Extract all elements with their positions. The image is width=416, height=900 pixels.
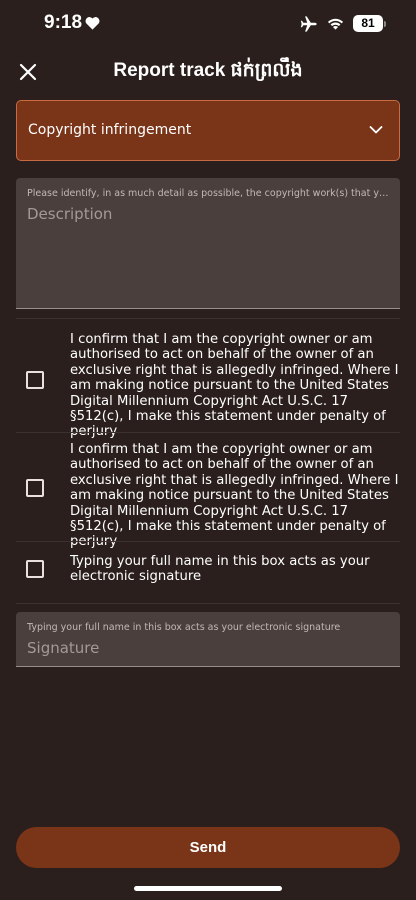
chevron-down-icon — [369, 126, 383, 134]
send-button[interactable]: Send — [16, 827, 400, 868]
signature-consent-checkbox[interactable] — [26, 560, 44, 578]
home-indicator — [134, 886, 282, 891]
description-field[interactable]: Please identify, in as much detail as po… — [16, 178, 400, 309]
battery-icon: 81 — [353, 15, 383, 32]
heart-icon — [85, 17, 100, 30]
owner-confirm-checkbox-1[interactable] — [26, 371, 44, 389]
owner-confirm-text-2: I confirm that I am the copyright owner … — [70, 442, 399, 549]
owner-confirm-text-1: I confirm that I am the copyright owner … — [70, 332, 399, 440]
owner-confirm-row-1: I confirm that I am the copyright owner … — [16, 318, 400, 439]
signature-label: Typing your full name in this box acts a… — [27, 622, 341, 633]
signature-placeholder: Signature — [27, 639, 100, 657]
status-bar: 9:18 81 — [0, 0, 416, 50]
description-label: Please identify, in as much detail as po… — [27, 188, 391, 199]
header: Report track ផក់ព្រលឹង — [0, 52, 416, 92]
divider — [16, 603, 400, 604]
signature-consent-row: Typing your full name in this box acts a… — [16, 541, 400, 603]
reason-selected-value: Copyright infringement — [28, 122, 192, 138]
description-placeholder: Description — [27, 205, 113, 223]
status-time: 9:18 — [44, 12, 83, 33]
wifi-icon — [327, 18, 344, 30]
owner-confirm-checkbox-2[interactable] — [26, 479, 44, 497]
signature-consent-text: Typing your full name in this box acts a… — [70, 554, 370, 585]
airplane-icon — [300, 16, 317, 32]
reason-dropdown[interactable]: Copyright infringement — [16, 100, 400, 161]
signature-field[interactable]: Typing your full name in this box acts a… — [16, 612, 400, 667]
owner-confirm-row-2: I confirm that I am the copyright owner … — [16, 432, 400, 549]
page-title: Report track ផក់ព្រលឹង — [113, 60, 303, 81]
battery-tip — [384, 21, 386, 27]
